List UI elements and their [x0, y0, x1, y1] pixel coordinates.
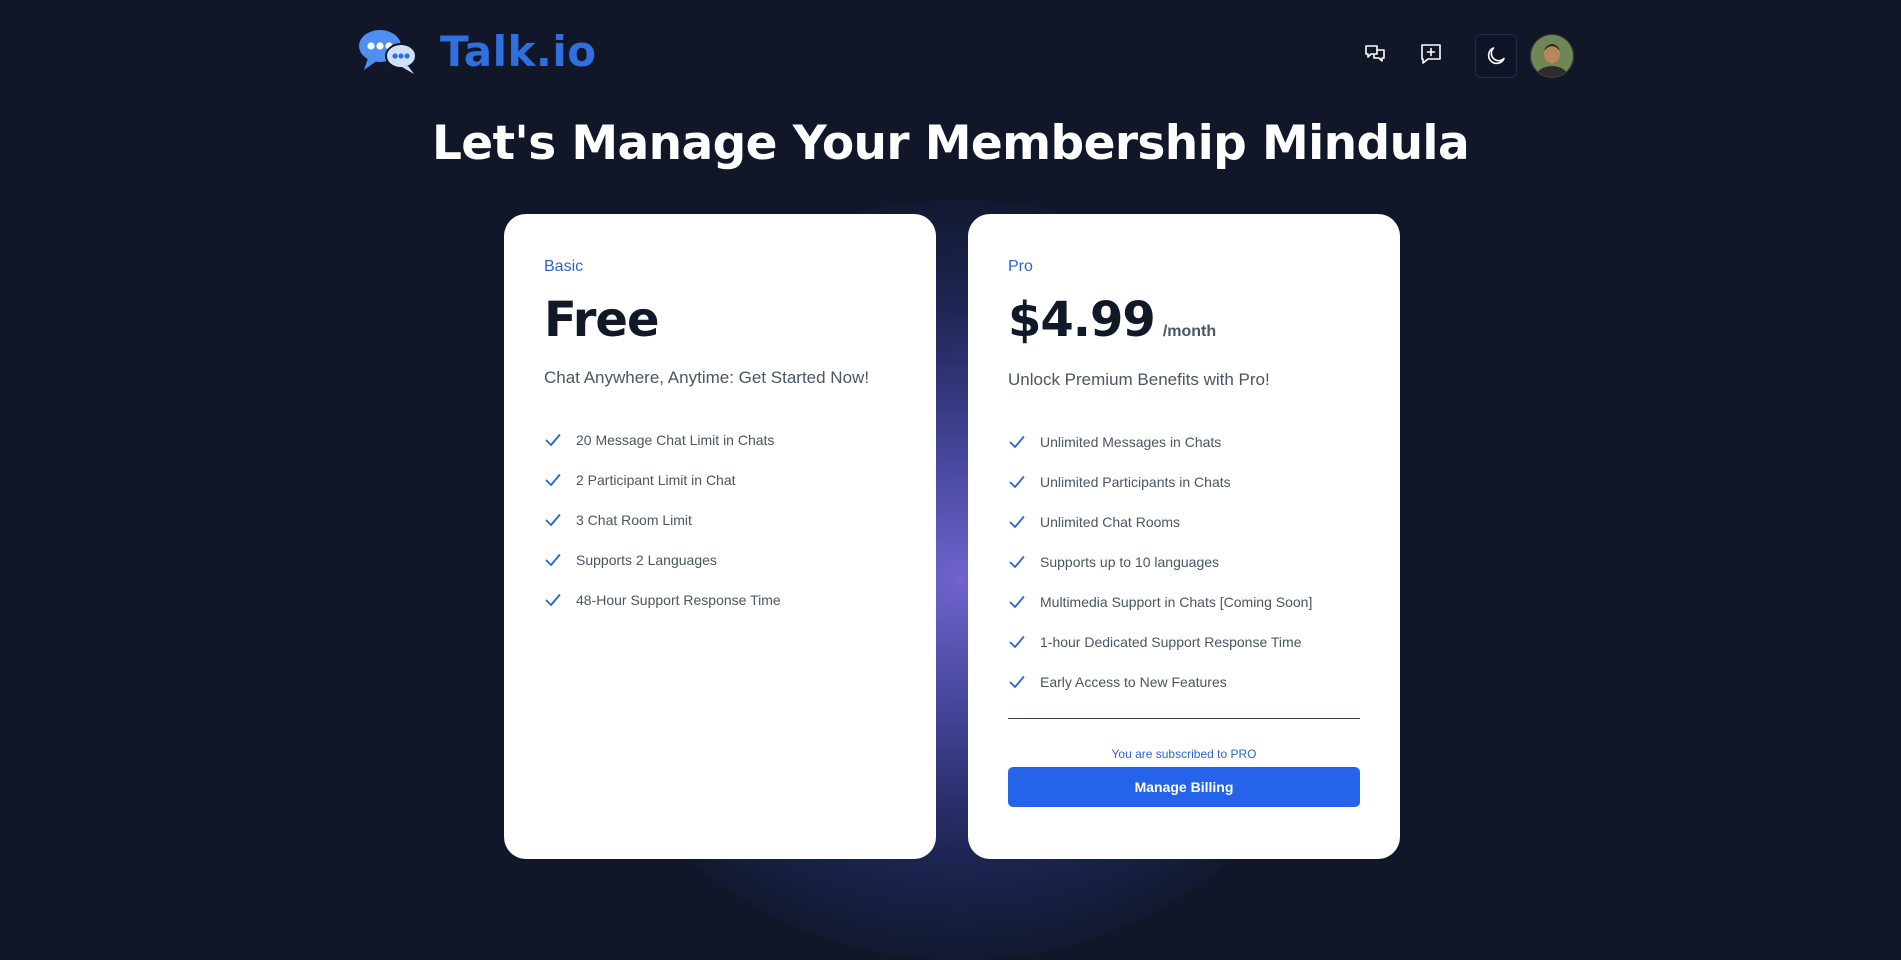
- check-icon: [545, 554, 561, 566]
- feature-text: Unlimited Chat Rooms: [1040, 514, 1181, 530]
- feature-item: Unlimited Chat Rooms: [1008, 502, 1360, 542]
- check-icon: [545, 594, 561, 606]
- plan-name: Basic: [544, 258, 584, 275]
- feature-text: Supports 2 Languages: [576, 552, 717, 568]
- check-icon: [545, 434, 561, 446]
- feature-item: 3 Chat Room Limit: [544, 500, 896, 540]
- feature-text: Unlimited Messages in Chats: [1040, 434, 1222, 450]
- chats-icon: [1365, 45, 1385, 62]
- feature-text: 3 Chat Room Limit: [576, 512, 692, 528]
- plan-price: $4.99: [1008, 292, 1156, 348]
- chats-button[interactable]: [1355, 34, 1395, 74]
- logo-text: Talk.io: [440, 26, 597, 76]
- check-icon: [1009, 516, 1025, 528]
- feature-item: Unlimited Messages in Chats: [1008, 422, 1360, 462]
- feature-text: 20 Message Chat Limit in Chats: [576, 432, 775, 448]
- check-icon: [1009, 476, 1025, 488]
- feature-list: Unlimited Messages in Chats Unlimited Pa…: [1008, 422, 1360, 702]
- check-icon: [1009, 436, 1025, 448]
- feature-text: Supports up to 10 languages: [1040, 554, 1220, 570]
- feature-text: Early Access to New Features: [1040, 674, 1227, 690]
- new-chat-button[interactable]: [1411, 34, 1451, 74]
- check-icon: [545, 474, 561, 486]
- user-avatar[interactable]: [1530, 34, 1574, 78]
- feature-item: 48-Hour Support Response Time: [544, 580, 896, 620]
- plan-name: Pro: [1008, 258, 1033, 275]
- feature-item: Unlimited Participants in Chats: [1008, 462, 1360, 502]
- page-title: Let's Manage Your Membership Mindula: [431, 116, 1470, 171]
- plan-card-pro: Pro $4.99 /month Unlock Premium Benefits…: [968, 214, 1400, 859]
- feature-item: 2 Participant Limit in Chat: [544, 460, 896, 500]
- logo-chat-bubbles-icon: [359, 30, 417, 74]
- plan-tagline: Chat Anywhere, Anytime: Get Started Now!: [544, 368, 870, 387]
- feature-text: 48-Hour Support Response Time: [576, 592, 781, 608]
- check-icon: [1009, 596, 1025, 608]
- divider: [1008, 718, 1360, 719]
- feature-text: Multimedia Support in Chats [Coming Soon…: [1040, 594, 1313, 610]
- check-icon: [1009, 636, 1025, 648]
- feature-item: 1-hour Dedicated Support Response Time: [1008, 622, 1360, 662]
- plan-card-basic: Basic Free Chat Anywhere, Anytime: Get S…: [504, 214, 936, 859]
- feature-text: 2 Participant Limit in Chat: [576, 472, 736, 488]
- price-row: Free: [544, 292, 896, 348]
- feature-item: Supports up to 10 languages: [1008, 542, 1360, 582]
- moon-icon: [1487, 47, 1505, 65]
- plan-period: /month: [1162, 323, 1217, 340]
- feature-text: Unlimited Participants in Chats: [1040, 474, 1231, 490]
- top-header: Talk.io: [0, 0, 1901, 110]
- logo-link[interactable]: Talk.io: [358, 26, 597, 76]
- theme-toggle-button[interactable]: [1475, 34, 1517, 78]
- feature-item: Supports 2 Languages: [544, 540, 896, 580]
- check-icon: [545, 514, 561, 526]
- feature-item: Multimedia Support in Chats [Coming Soon…: [1008, 582, 1360, 622]
- plan-tagline: Unlock Premium Benefits with Pro!: [1008, 370, 1270, 389]
- feature-list: 20 Message Chat Limit in Chats 2 Partici…: [544, 420, 896, 620]
- check-icon: [1009, 676, 1025, 688]
- feature-item: Early Access to New Features: [1008, 662, 1360, 702]
- plan-price: Free: [544, 292, 659, 348]
- price-row: $4.99 /month: [1008, 292, 1360, 348]
- feature-text: 1-hour Dedicated Support Response Time: [1040, 634, 1302, 650]
- check-icon: [1009, 556, 1025, 568]
- avatar-image: [1531, 35, 1573, 77]
- manage-billing-button[interactable]: Manage Billing: [1008, 767, 1360, 807]
- feature-item: 20 Message Chat Limit in Chats: [544, 420, 896, 460]
- subscription-status: You are subscribed to PRO: [1111, 747, 1257, 761]
- new-chat-icon: [1421, 44, 1441, 64]
